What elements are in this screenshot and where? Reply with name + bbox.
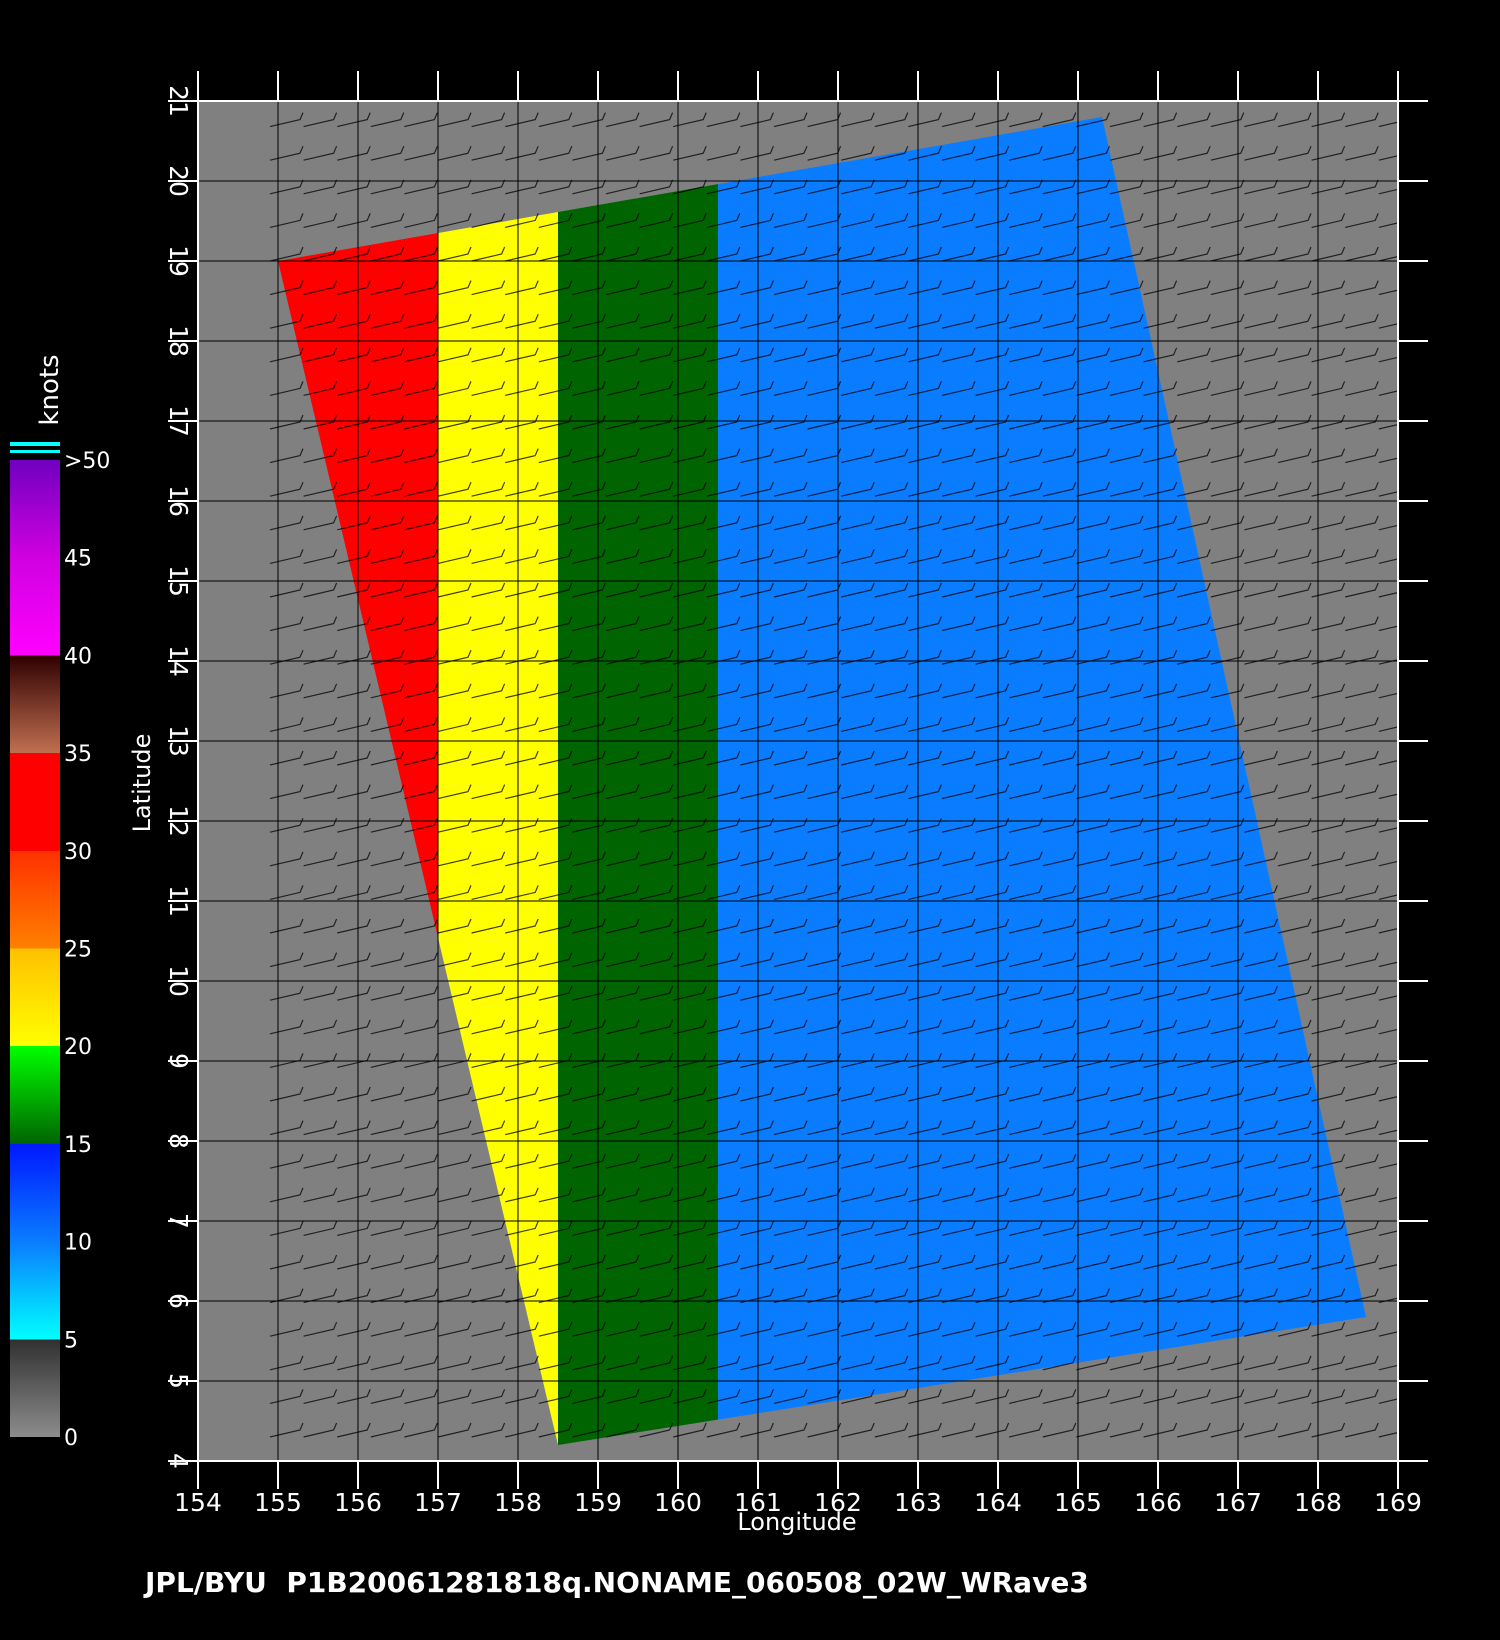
colorbar-label: 20: [64, 1035, 92, 1060]
colorbar-label: 5: [64, 1328, 78, 1353]
y-tick-label: 20: [164, 165, 193, 197]
x-tick-label: 164: [974, 1488, 1022, 1517]
y-tick-label: 4: [164, 1453, 193, 1469]
colorbar-label: 0: [64, 1426, 78, 1451]
y-tick-label: 15: [164, 565, 193, 597]
colorbar-label: 30: [64, 840, 92, 865]
x-tick-label: 168: [1294, 1488, 1342, 1517]
colorbar-label: 45: [64, 547, 92, 572]
x-tick-label: 157: [414, 1488, 462, 1517]
x-tick-label: 165: [1054, 1488, 1102, 1517]
colorbar-label: 40: [64, 644, 92, 669]
y-tick-label: 10: [164, 965, 193, 997]
colorbar-ramp: [10, 460, 60, 1437]
x-tick-label: 154: [174, 1488, 222, 1517]
y-tick-labels: 4 5 6 7 8 9 10 11 12 13 14 15 16 17 18 19 20 21: [164, 85, 193, 1469]
colorbar: knots 0 5 10 15 20 25 30 35 40 45 >50: [10, 354, 110, 1451]
colorbar-label: 25: [64, 938, 92, 963]
map-plot-area: 154 155 156 157 158 159 160 161 162 163 164 165 166 1…: [128, 71, 1428, 1536]
colorbar-unit-label: knots: [35, 354, 65, 425]
x-tick-label: 159: [574, 1488, 622, 1517]
colorbar-top-marker: [10, 442, 60, 446]
x-axis-label: Longitude: [737, 1508, 856, 1536]
y-tick-label: 17: [164, 405, 193, 437]
y-tick-label: 16: [164, 485, 193, 517]
colorbar-label: 35: [64, 742, 92, 767]
x-tick-label: 160: [654, 1488, 702, 1517]
y-tick-label: 6: [164, 1293, 193, 1309]
y-tick-label: 13: [164, 725, 193, 757]
y-tick-label: 12: [164, 805, 193, 837]
x-tick-label: 158: [494, 1488, 542, 1517]
colorbar-label: 10: [64, 1231, 92, 1256]
y-tick-label: 11: [164, 885, 193, 917]
x-tick-label: 167: [1214, 1488, 1262, 1517]
y-tick-label: 19: [164, 245, 193, 277]
y-axis-label: Latitude: [128, 734, 156, 833]
colorbar-top-marker-2: [10, 450, 60, 453]
x-tick-label: 166: [1134, 1488, 1182, 1517]
x-tick-label: 163: [894, 1488, 942, 1517]
wind-map-figure: 154 155 156 157 158 159 160 161 162 163 164 165 166 1…: [10, 71, 1428, 1599]
y-tick-label: 9: [164, 1053, 193, 1069]
figure-caption: JPL/BYU P1B20061281818q.NONAME_060508_02…: [143, 1566, 1089, 1599]
x-tick-label: 156: [334, 1488, 382, 1517]
y-tick-label: 8: [164, 1133, 193, 1149]
colorbar-label: >50: [64, 449, 110, 474]
y-tick-label: 14: [164, 645, 193, 677]
colorbar-label: 15: [64, 1133, 92, 1158]
colorbar-labels: 0 5 10 15 20 25 30 35 40 45 >50: [64, 449, 110, 1451]
x-tick-label: 155: [254, 1488, 302, 1517]
y-tick-label: 5: [164, 1373, 193, 1389]
x-tick-label: 169: [1374, 1488, 1422, 1517]
y-tick-label: 7: [164, 1213, 193, 1229]
y-tick-label: 18: [164, 325, 193, 357]
y-tick-label: 21: [164, 85, 193, 117]
